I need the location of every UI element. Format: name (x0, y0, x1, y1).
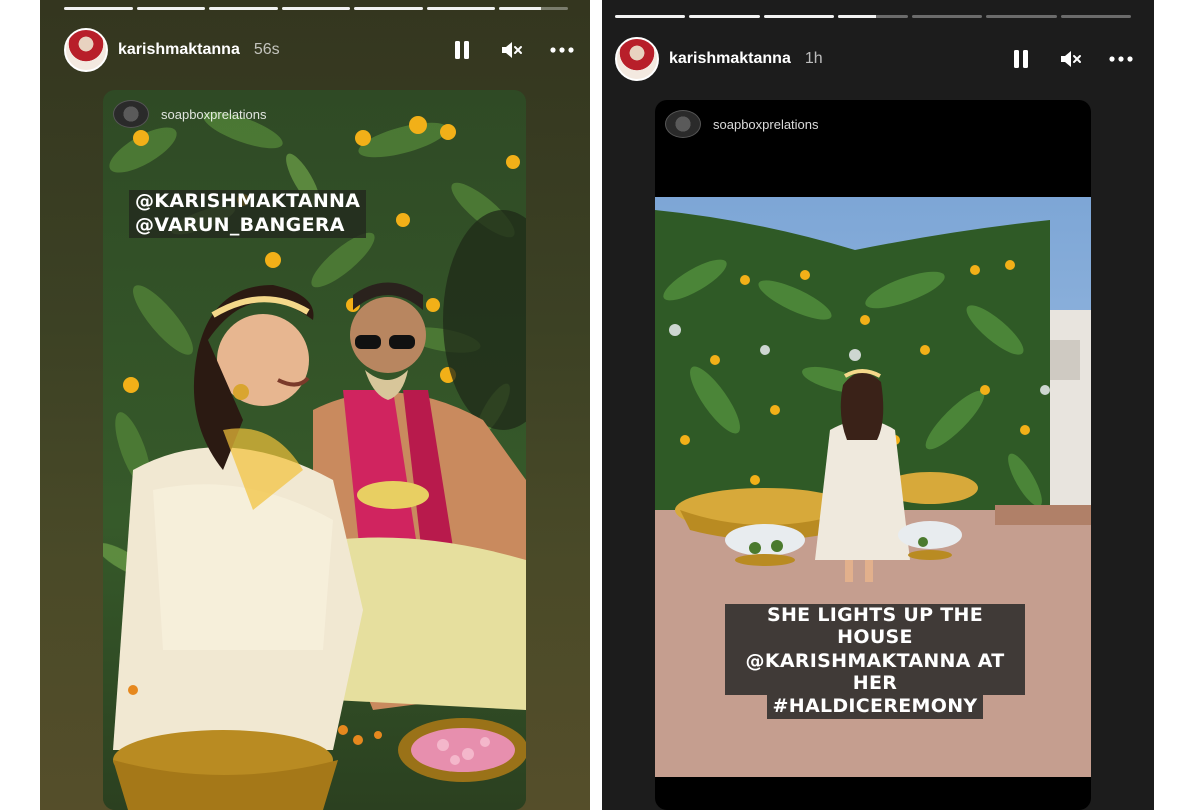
story-media[interactable]: soapboxprelations SHE LIGHTS UP THE HOUS… (655, 100, 1091, 810)
embedded-avatar[interactable] (113, 100, 149, 128)
caption-line[interactable]: @KARISHMAKTANNA AT HER (725, 649, 1025, 696)
progress-segment (689, 15, 760, 18)
username[interactable]: karishmaktanna (669, 50, 791, 68)
embedded-username[interactable]: soapboxprelations (713, 117, 819, 132)
progress-segment (912, 15, 983, 18)
speaker-muted-icon[interactable] (498, 36, 526, 64)
progress-segment (64, 7, 133, 10)
mention-tag[interactable]: @VARUN_BANGERA (129, 213, 367, 238)
story-caption: SHE LIGHTS UP THE HOUSE @KARISHMAKTANNA … (725, 604, 1025, 720)
progress-segment (763, 15, 834, 18)
story-header: karishmaktanna 56s (64, 27, 576, 73)
story-header: karishmaktanna 1h (615, 36, 1135, 82)
caption-line: SHE LIGHTS UP THE HOUSE (725, 604, 1025, 650)
progress-segment (837, 15, 909, 18)
more-horizontal-icon[interactable] (548, 36, 576, 64)
pause-icon[interactable] (448, 36, 476, 64)
embedded-avatar[interactable] (665, 110, 701, 138)
embedded-story-header: soapboxprelations (665, 110, 819, 138)
progress-segment (986, 15, 1057, 18)
pause-icon[interactable] (1007, 45, 1035, 73)
avatar[interactable] (615, 37, 659, 81)
mention-tag[interactable]: @KARISHMAKTANNA (129, 190, 367, 214)
progress-segment (136, 7, 206, 10)
avatar[interactable] (64, 28, 108, 72)
progress-segment (615, 15, 686, 18)
mention-tags: @KARISHMAKTANNA @VARUN_BANGERA (129, 190, 367, 238)
username[interactable]: karishmaktanna (118, 41, 240, 59)
more-horizontal-icon[interactable] (1107, 45, 1135, 73)
time-ago: 56s (253, 41, 280, 58)
story-viewer-left[interactable]: karishmaktanna 56s soapboxprelations @KA… (40, 0, 590, 810)
story-progress-bar (64, 7, 569, 10)
embedded-username[interactable]: soapboxprelations (161, 107, 267, 122)
progress-segment (281, 7, 351, 10)
progress-segment (499, 7, 569, 10)
time-ago: 1h (804, 50, 823, 67)
story-progress-bar (615, 15, 1131, 18)
embedded-story-header: soapboxprelations (113, 100, 267, 128)
progress-segment (209, 7, 278, 10)
progress-segment (426, 7, 496, 10)
story-viewer-right[interactable]: karishmaktanna 1h soapboxprelations SHE … (602, 0, 1154, 810)
caption-line[interactable]: #HALDICEREMONY (766, 695, 984, 720)
story-media[interactable]: soapboxprelations @KARISHMAKTANNA @VARUN… (103, 90, 526, 810)
speaker-muted-icon[interactable] (1057, 45, 1085, 73)
progress-segment (354, 7, 423, 10)
progress-segment (1060, 15, 1131, 18)
